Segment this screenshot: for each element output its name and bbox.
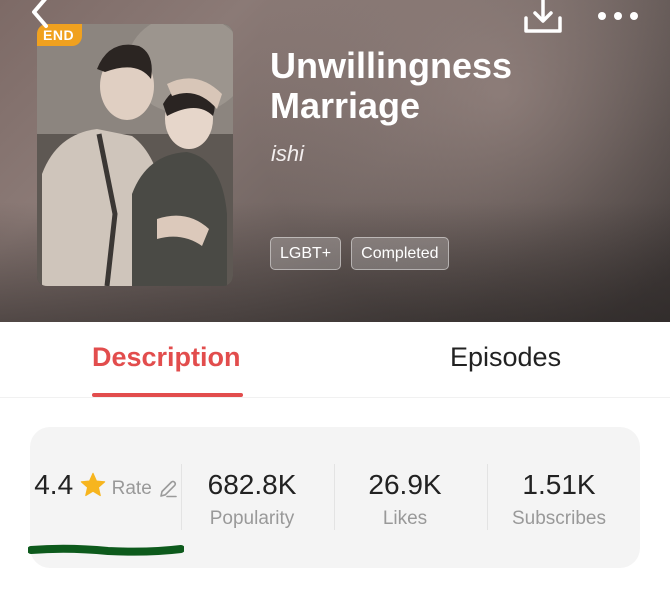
tab-bar: Description Episodes	[0, 322, 670, 398]
author-name[interactable]: ishi	[271, 141, 304, 167]
book-title: Unwillingness Marriage	[270, 45, 513, 126]
chevron-left-icon	[32, 0, 48, 28]
edit-pencil-icon[interactable]	[158, 479, 178, 499]
popularity-value: 682.8K	[207, 469, 297, 500]
likes-value: 26.9K	[368, 469, 442, 500]
tab-description[interactable]: Description	[92, 342, 241, 373]
stat-rate-value-row: 4.4	[34, 467, 107, 503]
rate-label: Rate	[111, 478, 152, 499]
book-header: END Unwillingness Marriage ishi LGBT+ Co…	[0, 0, 670, 322]
stat-popularity: 682.8K Popularity	[176, 467, 328, 530]
stat-likes: 26.9K Likes	[329, 467, 481, 530]
tag-list: LGBT+ Completed	[270, 237, 449, 270]
more-options-button[interactable]	[596, 8, 640, 24]
subscribes-label: Subscribes	[512, 508, 606, 529]
rate-value: 4.4	[34, 469, 74, 500]
cover-illustration	[37, 24, 233, 286]
subscribes-value: 1.51K	[522, 469, 596, 500]
stat-subscribes: 1.51K Subscribes	[483, 467, 635, 530]
download-button[interactable]	[522, 0, 564, 36]
stat-rate-label-row: Rate	[112, 478, 178, 500]
likes-label: Likes	[382, 508, 428, 529]
book-cover-image[interactable]: END	[37, 24, 233, 286]
tag-genre[interactable]: LGBT+	[270, 237, 342, 270]
popularity-label: Popularity	[209, 508, 295, 529]
tag-status[interactable]: Completed	[351, 237, 449, 270]
stat-rate[interactable]: 4.4 Rate	[30, 467, 182, 503]
star-icon	[80, 472, 106, 497]
more-dots-icon	[598, 12, 638, 20]
active-tab-indicator	[92, 393, 243, 397]
green-underline-annotation	[28, 544, 184, 556]
download-icon	[524, 0, 562, 33]
back-button[interactable]	[22, 0, 58, 30]
tab-episodes[interactable]: Episodes	[450, 342, 561, 373]
